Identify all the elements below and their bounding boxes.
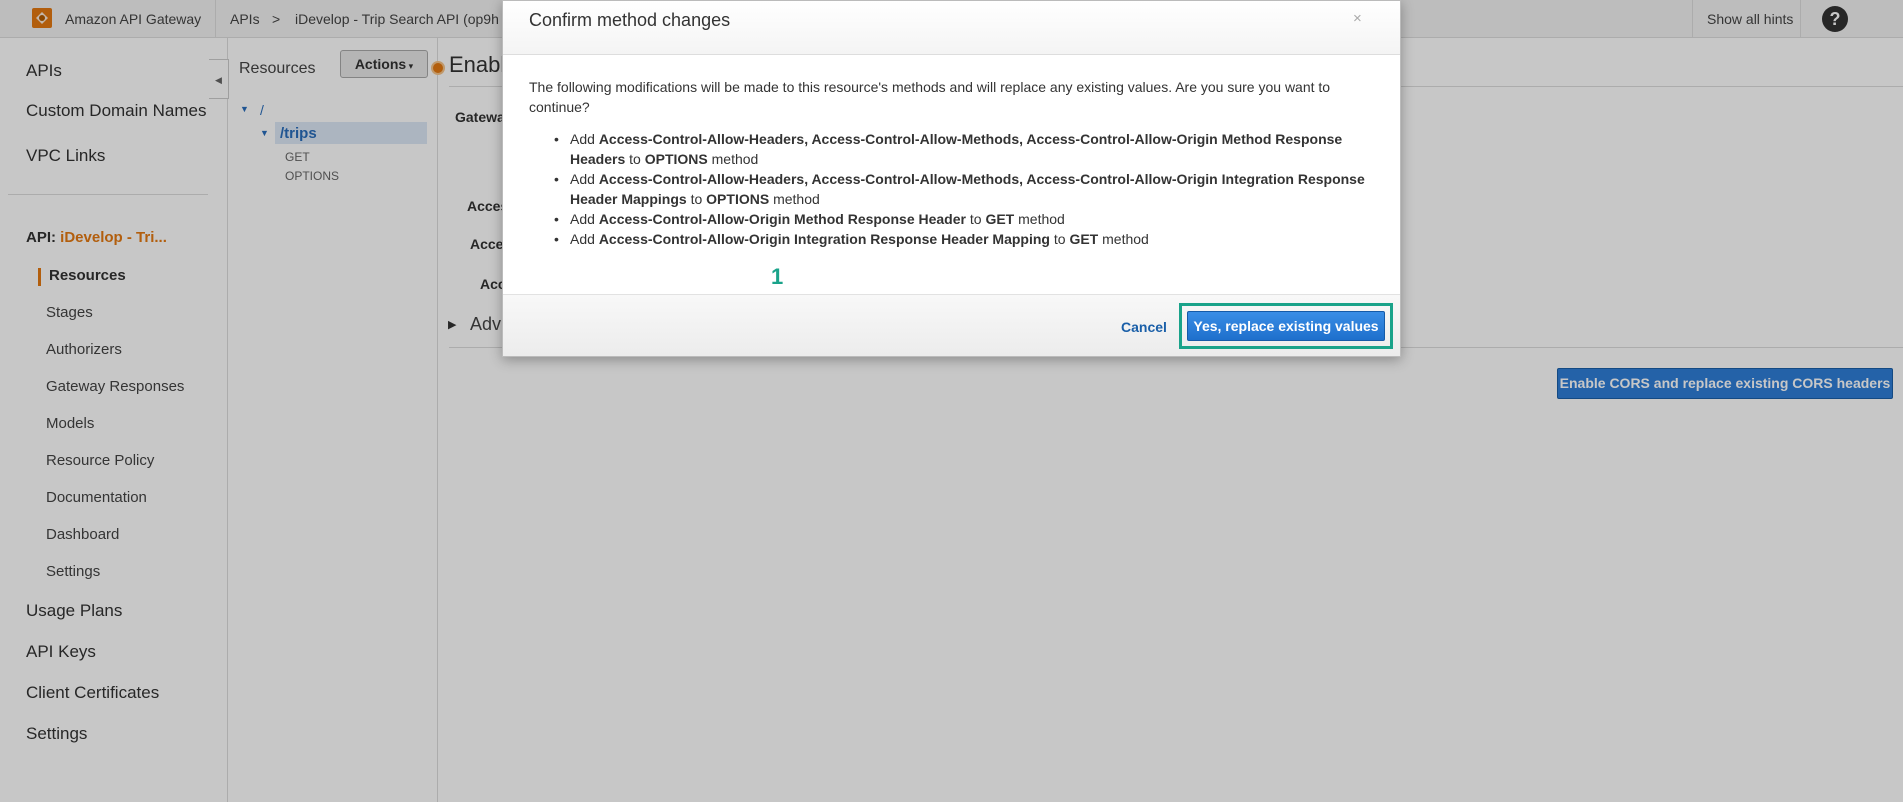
- annotation-step-number: 1: [771, 264, 784, 289]
- modification-list: • Add Access-Control-Allow-Headers, Acces…: [550, 129, 1370, 249]
- annotation-highlight-box: Yes, replace existing values: [1179, 303, 1393, 349]
- dialog-header: Confirm method changes ×: [503, 1, 1400, 55]
- list-item: • Add Access-Control-Allow-Origin Integra…: [554, 231, 1149, 247]
- confirm-replace-button[interactable]: Yes, replace existing values: [1187, 311, 1385, 341]
- close-icon[interactable]: ×: [1353, 10, 1362, 27]
- list-item: • Add Access-Control-Allow-Headers, Acces…: [554, 171, 1365, 207]
- dialog-title: Confirm method changes: [529, 10, 731, 30]
- list-item: • Add Access-Control-Allow-Origin Method …: [554, 211, 1065, 227]
- confirm-dialog: Confirm method changes × The following m…: [502, 0, 1401, 357]
- cancel-button[interactable]: Cancel: [1121, 319, 1167, 335]
- list-item: • Add Access-Control-Allow-Headers, Acces…: [554, 131, 1343, 167]
- dialog-footer: Cancel Yes, replace existing values: [503, 294, 1400, 356]
- dialog-message: The following modifications will be made…: [529, 79, 1331, 115]
